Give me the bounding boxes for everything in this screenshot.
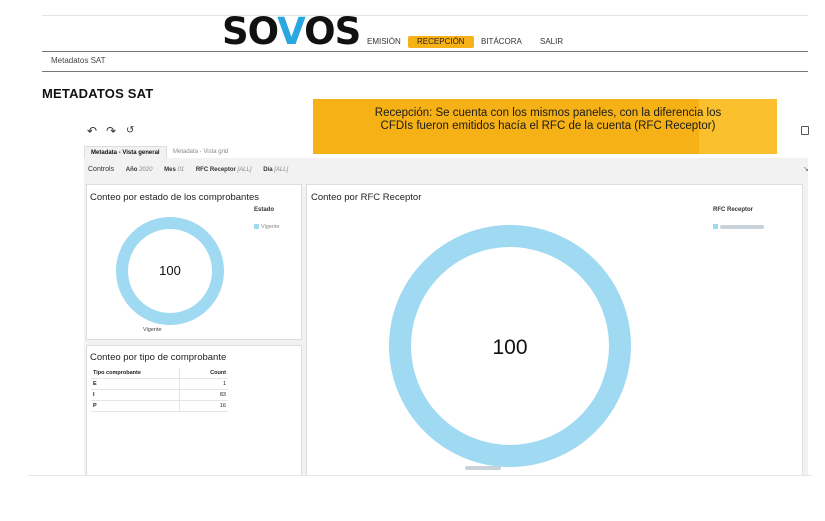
nav-salir[interactable]: SALIR [540, 36, 563, 48]
control-dia-value[interactable]: [ALL] [274, 167, 288, 173]
estado-slice-label: Vigente [143, 327, 162, 333]
printer-icon[interactable] [801, 126, 809, 135]
callout-text: Recepción: Se cuenta con los mismos pane… [374, 107, 722, 132]
estado-legend-item[interactable]: Vigente [254, 224, 280, 230]
control-ano-value[interactable]: 2020 [139, 167, 152, 173]
panel-tipo-title: Conteo por tipo de comprobante [90, 352, 227, 363]
col-count[interactable]: Count [179, 368, 228, 379]
breadcrumb[interactable]: Metadatos SAT [51, 56, 106, 65]
control-dia-label[interactable]: Día [263, 167, 272, 173]
cell-count: 1 [179, 378, 228, 390]
redo-icon[interactable]: ↷ [106, 125, 116, 137]
col-tipo[interactable]: Tipo comprobante [91, 368, 180, 379]
cell-count: 16 [179, 400, 228, 412]
rfc-legend-title: RFC Receptor [713, 207, 754, 213]
rfc-center-value: 100 [492, 336, 528, 359]
legend-swatch [713, 224, 718, 230]
panel-estado-title: Conteo por estado de los comprobantes [90, 192, 259, 203]
control-mes-label[interactable]: Mes [164, 167, 176, 173]
estado-legend-label: Vigente [261, 224, 280, 230]
control-mes-value[interactable]: 01 [177, 167, 184, 173]
control-rfc-value[interactable]: [ALL] [238, 167, 252, 173]
tab-vista-grid[interactable]: Metadata - Vista grid [167, 146, 234, 158]
cell-tipo: P [91, 400, 180, 412]
table-row[interactable]: P 16 [91, 400, 228, 412]
controls-label: Controls [88, 166, 115, 173]
estado-legend-title: Estado [254, 207, 275, 213]
bottom-divider [28, 475, 812, 476]
table-header-row: Tipo comprobante Count [91, 368, 228, 379]
legend-swatch [254, 224, 259, 230]
redacted-rfc [720, 224, 764, 229]
nav-emision[interactable]: EMISIÓN [367, 36, 401, 48]
table-row[interactable]: E 1 [91, 378, 228, 390]
expand-icon[interactable]: ↘ [803, 165, 809, 173]
redacted-rfc-slice-label [465, 466, 501, 470]
panel-rfc-title: Conteo por RFC Receptor [311, 192, 422, 203]
page-title: METADATOS SAT [42, 86, 154, 101]
nav-divider [42, 51, 808, 52]
rfc-legend-item[interactable] [713, 224, 764, 230]
control-rfc-label[interactable]: RFC Receptor [196, 167, 236, 173]
undo-icon[interactable]: ↶ [87, 125, 97, 137]
sovos-logo[interactable]: SOVOS [222, 10, 361, 54]
controls-bar: Controls Año 2020 Mes 01 RFC Receptor [A… [88, 166, 288, 173]
nav-recepcion[interactable]: RECEPCIÓN [408, 36, 474, 48]
tipo-table: Tipo comprobante Count E 1 I 83 P 16 [91, 368, 228, 412]
estado-center-value: 100 [159, 263, 181, 278]
breadcrumb-divider [42, 71, 808, 72]
control-ano-label[interactable]: Año [126, 167, 138, 173]
cell-count: 83 [179, 389, 228, 401]
table-row[interactable]: I 83 [91, 389, 228, 401]
cell-tipo: E [91, 378, 180, 390]
cell-tipo: I [91, 389, 180, 401]
nav-bitacora[interactable]: BITÁCORA [481, 36, 522, 48]
top-divider [42, 15, 808, 16]
reset-icon[interactable]: ↺ [126, 125, 134, 137]
